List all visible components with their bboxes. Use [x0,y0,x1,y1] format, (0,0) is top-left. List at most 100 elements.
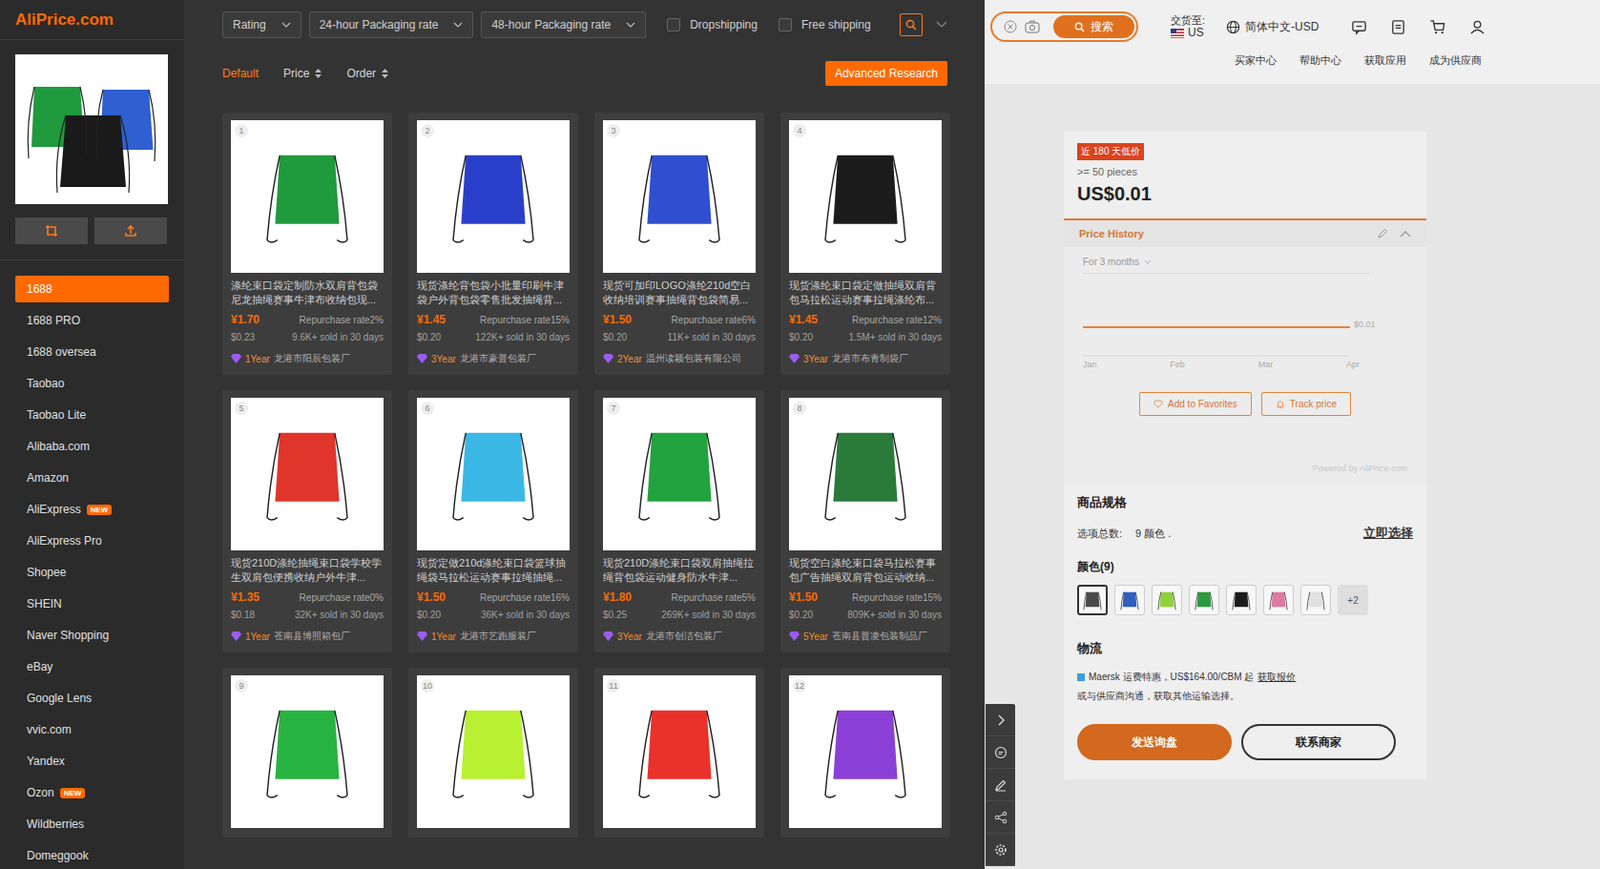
product-title[interactable]: 现货210D涤纶抽绳束口袋学校学生双肩包便携收纳户外牛津... [230,556,384,585]
deliver-to[interactable]: 交货至:US [1170,14,1206,40]
sidebar-item[interactable]: Wildberries [15,810,169,838]
shop-row[interactable]: 2Year温州读颖包装有限公司 [602,352,756,366]
product-card[interactable]: 4现货涤纶束口袋定做抽绳双肩背包马拉松运动赛事拉绳涤纶布...¥1.45Repu… [780,112,951,375]
checkbox-box[interactable] [778,18,792,32]
message-icon[interactable] [1350,19,1368,36]
sidebar-item[interactable]: Shopee [15,559,169,586]
user-icon[interactable] [1469,19,1486,36]
cart-icon[interactable] [1429,19,1447,36]
shop-row[interactable]: 1Year龙港市艺跑服装厂 [416,629,570,644]
chat-button[interactable] [985,736,1016,769]
product-title[interactable]: 现货210D涤纶束口袋双肩抽绳拉绳背包袋运动健身防水牛津... [602,556,756,585]
edit-icon[interactable] [1376,228,1389,240]
sidebar-item[interactable]: Amazon [15,464,169,492]
product-card[interactable]: 6现货定做210d涤纶束口袋篮球抽绳袋马拉松运动赛事拉绳抽绳...¥1.50Re… [408,390,579,653]
shop-row[interactable]: 5Year苍南县普凌包装制品厂 [789,629,942,644]
sidebar-item[interactable]: Google Lens [15,685,169,712]
filter-dropdown[interactable]: 48-hour Packaging rate [480,11,646,39]
sidebar-item[interactable]: SHEIN [15,590,169,618]
sidebar-item[interactable]: 1688 [15,275,169,303]
nav-link[interactable]: 买家中心 [1234,53,1277,68]
send-inquiry-button[interactable]: 发送询盘 [1077,724,1232,761]
nav-link[interactable]: 帮助中心 [1299,53,1342,68]
bag-icon [249,694,365,810]
shop-row[interactable]: 1Year龙港市阳辰包装厂 [230,352,384,366]
product-card[interactable]: 3现货可加印LOGO涤纶210d空白收纳培训赛事抽绳背包袋简易...¥1.50R… [594,112,765,375]
product-card[interactable]: 10 [408,667,579,838]
collapse-button[interactable] [985,704,1016,737]
color-swatch[interactable] [1300,584,1331,616]
sidebar-item[interactable]: 1688 oversea [15,338,169,366]
product-card[interactable]: 8现货空白涤纶束口袋马拉松赛事包广告抽绳双肩背包运动收纳...¥1.50Repu… [780,390,951,653]
nav-link[interactable]: 成为供应商 [1429,53,1482,68]
crop-button[interactable] [15,217,88,245]
product-title[interactable]: 涤纶束口袋定制防水双肩背包袋尼龙抽绳赛事牛津布收纳包现... [230,278,384,308]
sidebar-item[interactable]: OzonNEW [15,779,169,807]
advanced-research-button[interactable]: Advanced Research [825,61,948,86]
sidebar-item[interactable]: AliExpress Pro [15,527,169,555]
sidebar-item[interactable]: Domeggook [15,842,169,869]
product-card[interactable]: 9 [222,667,393,838]
product-title[interactable]: 现货可加印LOGO涤纶210d空白收纳培训赛事抽绳背包袋简易... [602,278,756,308]
color-swatch[interactable] [1263,584,1294,616]
language-selector[interactable]: 简体中文-USD [1225,19,1319,36]
shop-row[interactable]: 3Year龙港市布青制袋厂 [789,352,942,366]
choose-now-link[interactable]: 立即选择 [1363,524,1413,542]
search-button[interactable] [899,13,923,37]
color-swatch[interactable] [1077,584,1108,616]
color-swatch[interactable] [1188,584,1220,616]
sidebar-item[interactable]: vvic.com [15,716,169,744]
sidebar-item[interactable]: Alibaba.com [15,433,169,460]
range-select[interactable]: For 3 months [1082,256,1370,274]
upload-button[interactable] [94,217,167,245]
settings-button[interactable] [985,833,1016,867]
product-card[interactable]: 11 [594,667,765,838]
product-title[interactable]: 现货空白涤纶束口袋马拉松赛事包广告抽绳双肩背包运动收纳... [789,556,942,585]
product-title[interactable]: 现货涤纶背包袋小批量印刷牛津袋户外背包袋零售批发抽绳背... [416,278,570,308]
more-colors[interactable]: +2 [1337,584,1369,616]
shop-row[interactable]: 1Year苍南县博照箱包厂 [230,629,384,644]
sort-option[interactable]: Default [222,66,259,81]
product-title[interactable]: 现货涤纶束口袋定做抽绳双肩背包马拉松运动赛事拉绳涤纶布... [789,278,942,308]
color-swatch[interactable] [1151,584,1183,616]
color-swatch[interactable] [1225,584,1257,616]
color-swatch[interactable] [1114,584,1145,616]
share-button[interactable] [985,801,1016,834]
search-submit-button[interactable]: 搜索 [1053,15,1135,39]
filter-checkbox[interactable]: Free shipping [778,18,872,32]
track-price-button[interactable]: Track price [1261,392,1351,416]
filter-checkbox[interactable]: Dropshipping [666,18,758,32]
sort-option[interactable]: Order [346,66,389,81]
note-button[interactable] [985,768,1016,802]
filter-dropdown[interactable]: 24-hour Packaging rate [309,11,475,39]
clear-icon[interactable] [1003,20,1018,34]
get-quote-link[interactable]: 获取报价 [1257,670,1296,685]
search-box[interactable]: 搜索 [990,11,1139,42]
expand-icon[interactable] [935,20,948,29]
product-card[interactable]: 12 [780,667,951,838]
product-card[interactable]: 1涤纶束口袋定制防水双肩背包袋尼龙抽绳赛事牛津布收纳包现...¥1.70Repu… [222,112,393,375]
product-title[interactable]: 现货定做210d涤纶束口袋篮球抽绳袋马拉松运动赛事拉绳抽绳... [416,556,570,585]
sidebar-item[interactable]: Yandex [15,748,169,775]
sort-option[interactable]: Price [283,66,322,81]
brand-logo[interactable]: AliPrice.com [0,0,185,41]
contact-seller-button[interactable]: 联系商家 [1241,724,1396,761]
collapse-icon[interactable] [1399,229,1412,238]
add-to-favorites-button[interactable]: Add to Favorites [1139,392,1252,416]
sidebar-item[interactable]: Naver Shopping [15,622,169,649]
product-card[interactable]: 2现货涤纶背包袋小批量印刷牛津袋户外背包袋零售批发抽绳背...¥1.45Repu… [408,112,579,375]
shop-row[interactable]: 3Year龙港市创洁包装厂 [602,629,756,644]
sidebar-item[interactable]: Taobao Lite [15,401,169,429]
sidebar-item[interactable]: 1688 PRO [15,307,169,334]
shop-row[interactable]: 3Year龙港市豪普包装厂 [416,352,570,366]
sidebar-item[interactable]: AliExpressNEW [15,496,169,523]
orders-icon[interactable] [1390,19,1407,36]
camera-icon[interactable] [1024,20,1040,34]
product-card[interactable]: 7现货210D涤纶束口袋双肩抽绳拉绳背包袋运动健身防水牛津...¥1.80Rep… [594,390,765,653]
sidebar-item[interactable]: eBay [15,653,169,681]
filter-dropdown[interactable]: Rating [222,11,302,39]
sidebar-item[interactable]: Taobao [15,370,169,397]
nav-link[interactable]: 获取应用 [1364,53,1407,68]
product-card[interactable]: 5现货210D涤纶抽绳束口袋学校学生双肩包便携收纳户外牛津...¥1.35Rep… [222,390,393,653]
checkbox-box[interactable] [666,18,681,32]
